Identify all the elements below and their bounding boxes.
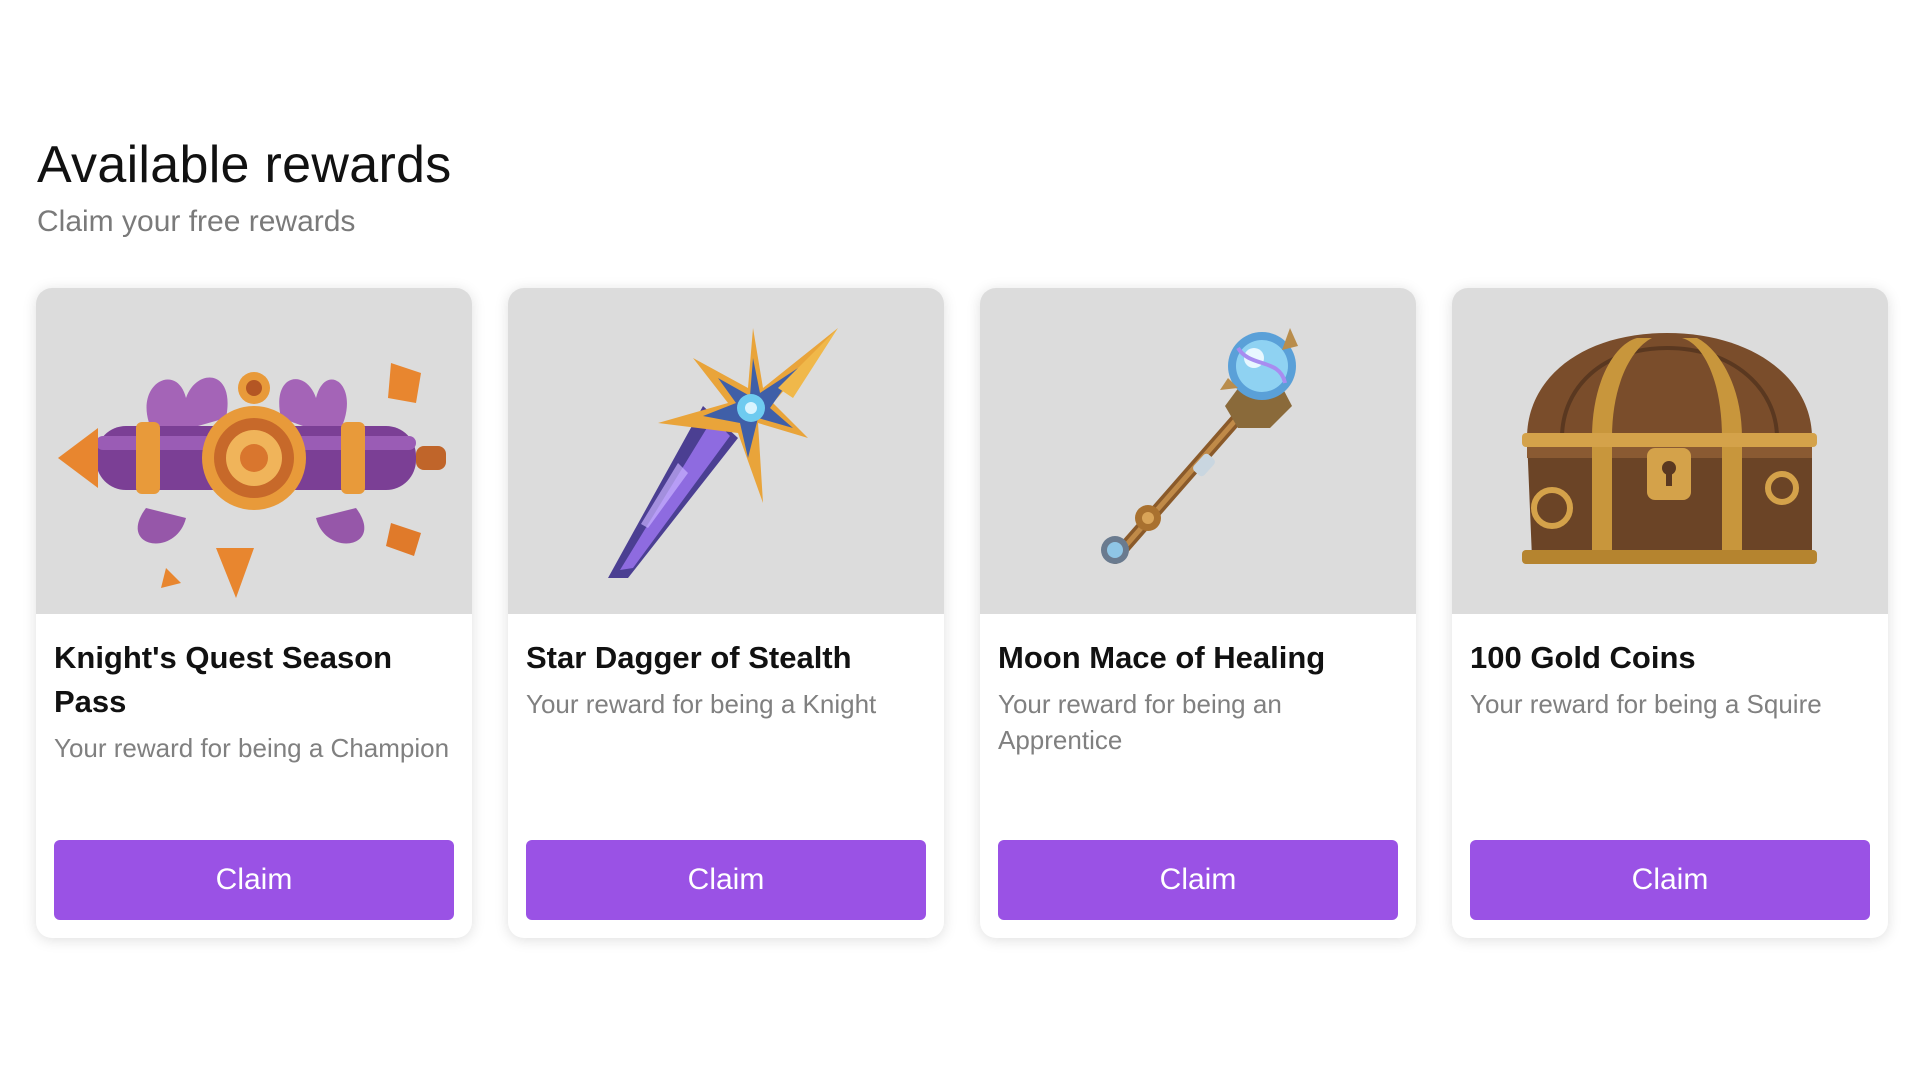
claim-button[interactable]: Claim	[998, 840, 1398, 920]
page-subtitle: Claim your free rewards	[37, 205, 356, 238]
reward-title: Moon Mace of Healing	[998, 640, 1326, 675]
rewards-page: Available rewards Claim your free reward…	[0, 0, 1920, 1080]
card-body: Star Dagger of Stealth Your reward for b…	[508, 614, 944, 722]
reward-title: 100 Gold Coins	[1470, 640, 1696, 675]
card-body: Knight's Quest Season Pass Your reward f…	[36, 614, 472, 766]
claim-button[interactable]: Claim	[54, 840, 454, 920]
moon-mace-image	[980, 288, 1416, 614]
treasure-chest-image	[1452, 288, 1888, 614]
reward-cards: Knight's Quest Season Pass Your reward f…	[36, 288, 1888, 938]
claim-button[interactable]: Claim	[1470, 840, 1870, 920]
season-pass-image	[36, 288, 472, 614]
reward-description: Your reward for being a Champion	[54, 733, 450, 763]
reward-card-season-pass: Knight's Quest Season Pass Your reward f…	[36, 288, 472, 938]
reward-description: Your reward for being an Apprentice	[998, 689, 1282, 755]
reward-card-star-dagger: Star Dagger of Stealth Your reward for b…	[508, 288, 944, 938]
page-header: Available rewards Claim your free reward…	[37, 132, 452, 240]
reward-description: Your reward for being a Squire	[1470, 689, 1822, 719]
card-body: Moon Mace of Healing Your reward for bei…	[980, 614, 1416, 758]
reward-description: Your reward for being a Knight	[526, 689, 877, 719]
reward-card-moon-mace: Moon Mace of Healing Your reward for bei…	[980, 288, 1416, 938]
reward-title: Knight's Quest Season Pass	[54, 640, 393, 719]
card-body: 100 Gold Coins Your reward for being a S…	[1452, 614, 1888, 722]
claim-button[interactable]: Claim	[526, 840, 926, 920]
star-dagger-image	[508, 288, 944, 614]
page-title: Available rewards	[37, 136, 452, 194]
reward-card-gold-coins: 100 Gold Coins Your reward for being a S…	[1452, 288, 1888, 938]
reward-title: Star Dagger of Stealth	[526, 640, 852, 675]
